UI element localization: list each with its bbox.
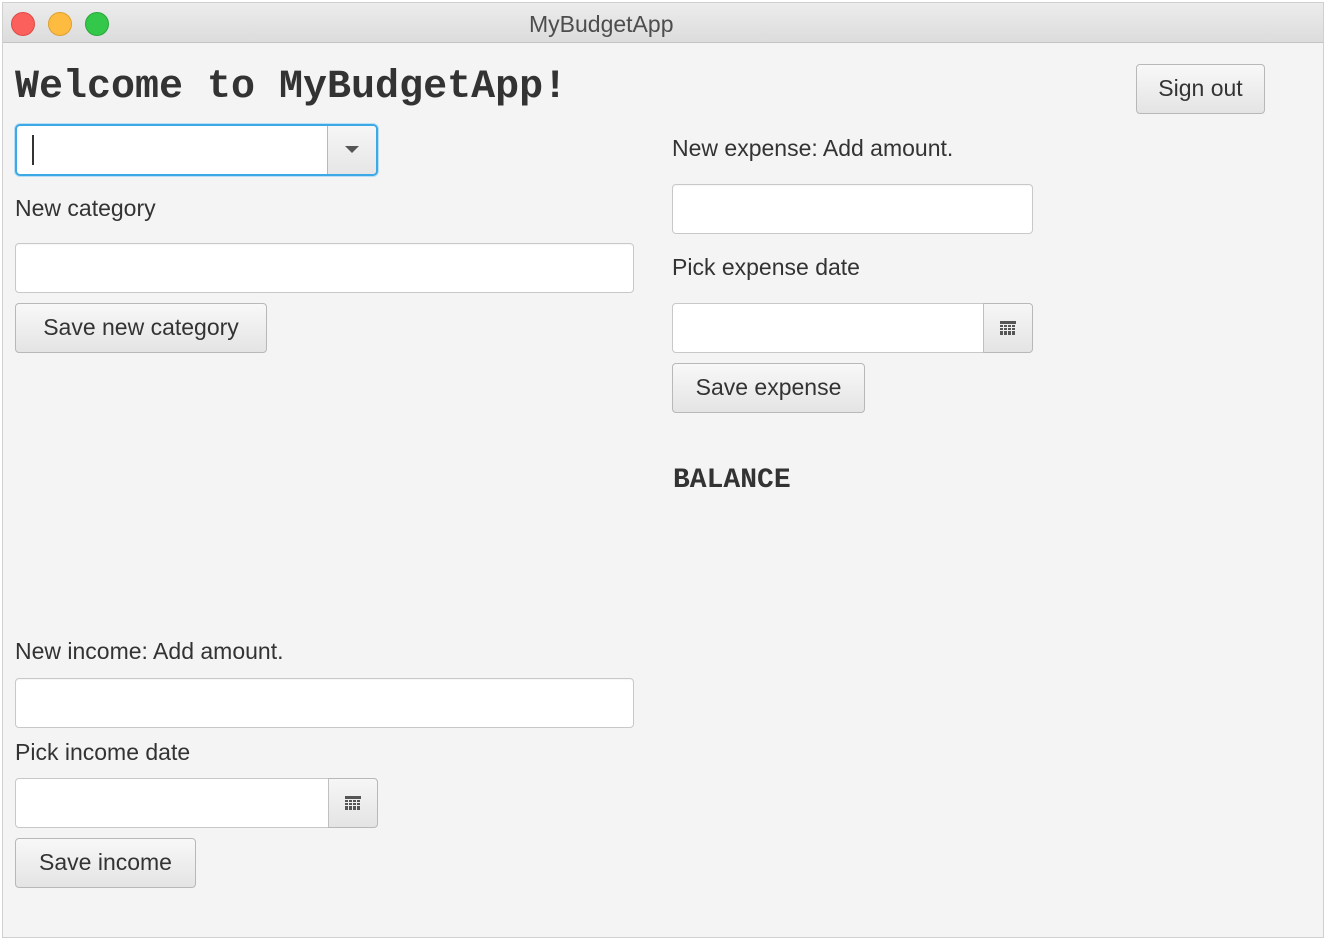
window-title: MyBudgetApp (529, 11, 674, 37)
category-combo-input[interactable] (17, 126, 327, 174)
calendar-icon (1000, 321, 1016, 335)
category-combo-box[interactable] (15, 124, 378, 176)
expense-date-picker[interactable] (672, 303, 1033, 353)
expense-date-input[interactable] (673, 304, 983, 352)
new-income-amount-label: New income: Add amount. (15, 638, 284, 664)
new-category-label: New category (15, 195, 156, 221)
category-dropdown-button[interactable] (327, 126, 376, 174)
new-category-input[interactable] (16, 244, 633, 292)
save-income-button[interactable]: Save income (15, 838, 196, 888)
income-date-picker[interactable] (15, 778, 378, 828)
income-date-picker-button[interactable] (328, 778, 378, 828)
new-category-field-wrapper (15, 243, 634, 293)
income-amount-field-wrapper (15, 678, 634, 728)
expense-amount-field-wrapper (672, 184, 1033, 234)
chevron-down-icon (345, 146, 359, 153)
sign-out-button[interactable]: Sign out (1136, 64, 1265, 114)
welcome-heading: Welcome to MyBudgetApp! (15, 65, 568, 110)
income-date-label: Pick income date (15, 739, 191, 765)
title-bar[interactable]: MyBudgetApp (3, 3, 1323, 43)
income-date-input[interactable] (16, 779, 328, 827)
income-amount-input[interactable] (16, 679, 633, 727)
income-date-field-wrapper (15, 778, 329, 828)
expense-date-label: Pick expense date (672, 254, 860, 280)
new-expense-amount-label: New expense: Add amount. (672, 135, 954, 161)
balance-heading: BALANCE (673, 465, 791, 496)
calendar-icon (345, 796, 361, 810)
save-new-category-button[interactable]: Save new category (15, 303, 267, 353)
text-caret (32, 135, 34, 165)
expense-date-field-wrapper (672, 303, 984, 353)
app-window: MyBudgetApp Welcome to MyBudgetApp! Sign… (2, 2, 1324, 938)
expense-date-picker-button[interactable] (983, 303, 1033, 353)
expense-amount-input[interactable] (673, 185, 1032, 233)
save-expense-button[interactable]: Save expense (672, 363, 865, 413)
